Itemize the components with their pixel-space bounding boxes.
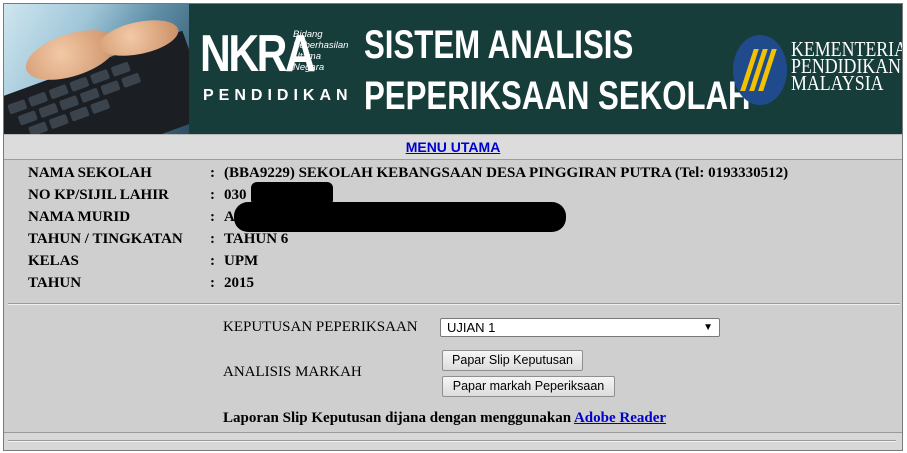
ministry-name: KEMENTERIAN PENDIDIKAN MALAYSIA [791,39,902,94]
ic-number-value: 030 [224,187,247,203]
info-label: NAMA MURID [28,209,131,225]
school-name-value: (BBA9229) SEKOLAH KEBANGSAAN DESA PINGGI… [224,165,789,181]
redaction-mark [234,202,566,232]
keyboard-hands-image [4,4,189,134]
info-colon: : [210,275,215,291]
system-title-line2: PEPERIKSAAN SEKOLAH [364,74,751,118]
info-colon: : [210,231,215,247]
adobe-note-text: Laporan Slip Keputusan dijana dengan men… [223,410,574,426]
show-exam-marks-button[interactable]: Papar markah Peperiksaan [442,376,615,397]
exam-select-value: UJIAN 1 [447,320,496,335]
header-banner: NKRA Bidang Keberhasilan Utama Negara PE… [4,4,902,134]
analysis-label: ANALISIS MARKAH [223,364,362,380]
section-divider [8,303,900,305]
info-label: NAMA SEKOLAH [28,165,152,181]
show-result-slip-button[interactable]: Papar Slip Keputusan [442,350,583,371]
adobe-note: Laporan Slip Keputusan dijana dengan men… [223,410,666,427]
nkra-sub-line: Negara [293,62,325,73]
info-label: TAHUN [28,275,82,291]
year-level-value: TAHUN 6 [224,231,289,247]
ministry-crest-icon [733,35,787,105]
info-colon: : [210,253,215,269]
page-frame: NKRA Bidang Keberhasilan Utama Negara PE… [3,3,903,451]
info-colon: : [210,209,215,225]
class-value: UPM [224,253,259,269]
info-colon: : [210,187,215,203]
year-value: 2015 [224,275,254,291]
nkra-sub-line: Utama [293,51,321,62]
info-label: NO KP/SIJIL LAHIR [28,187,169,203]
footer-bar [4,432,902,450]
nkra-subtitle: Bidang Keberhasilan Utama Negara [293,29,348,73]
exam-label: KEPUTUSAN PEPERIKSAAN [223,319,418,335]
nkra-pendidikan: PENDIDIKAN [203,87,353,104]
system-title-line1: SISTEM ANALISIS [364,23,634,67]
dropdown-arrow-icon: ▼ [703,322,713,333]
info-colon: : [210,165,215,181]
exam-select[interactable]: UJIAN 1 ▼ [440,318,720,337]
adobe-reader-link[interactable]: Adobe Reader [574,410,666,426]
menu-utama-link[interactable]: MENU UTAMA [406,139,501,155]
info-label: TAHUN / TINGKATAN [28,231,183,247]
nkra-sub-line: Bidang [293,29,323,40]
menu-bar: MENU UTAMA [4,134,902,160]
info-label: KELAS [28,253,79,269]
nkra-sub-line: Keberhasilan [293,40,349,51]
footer-divider [8,440,896,442]
